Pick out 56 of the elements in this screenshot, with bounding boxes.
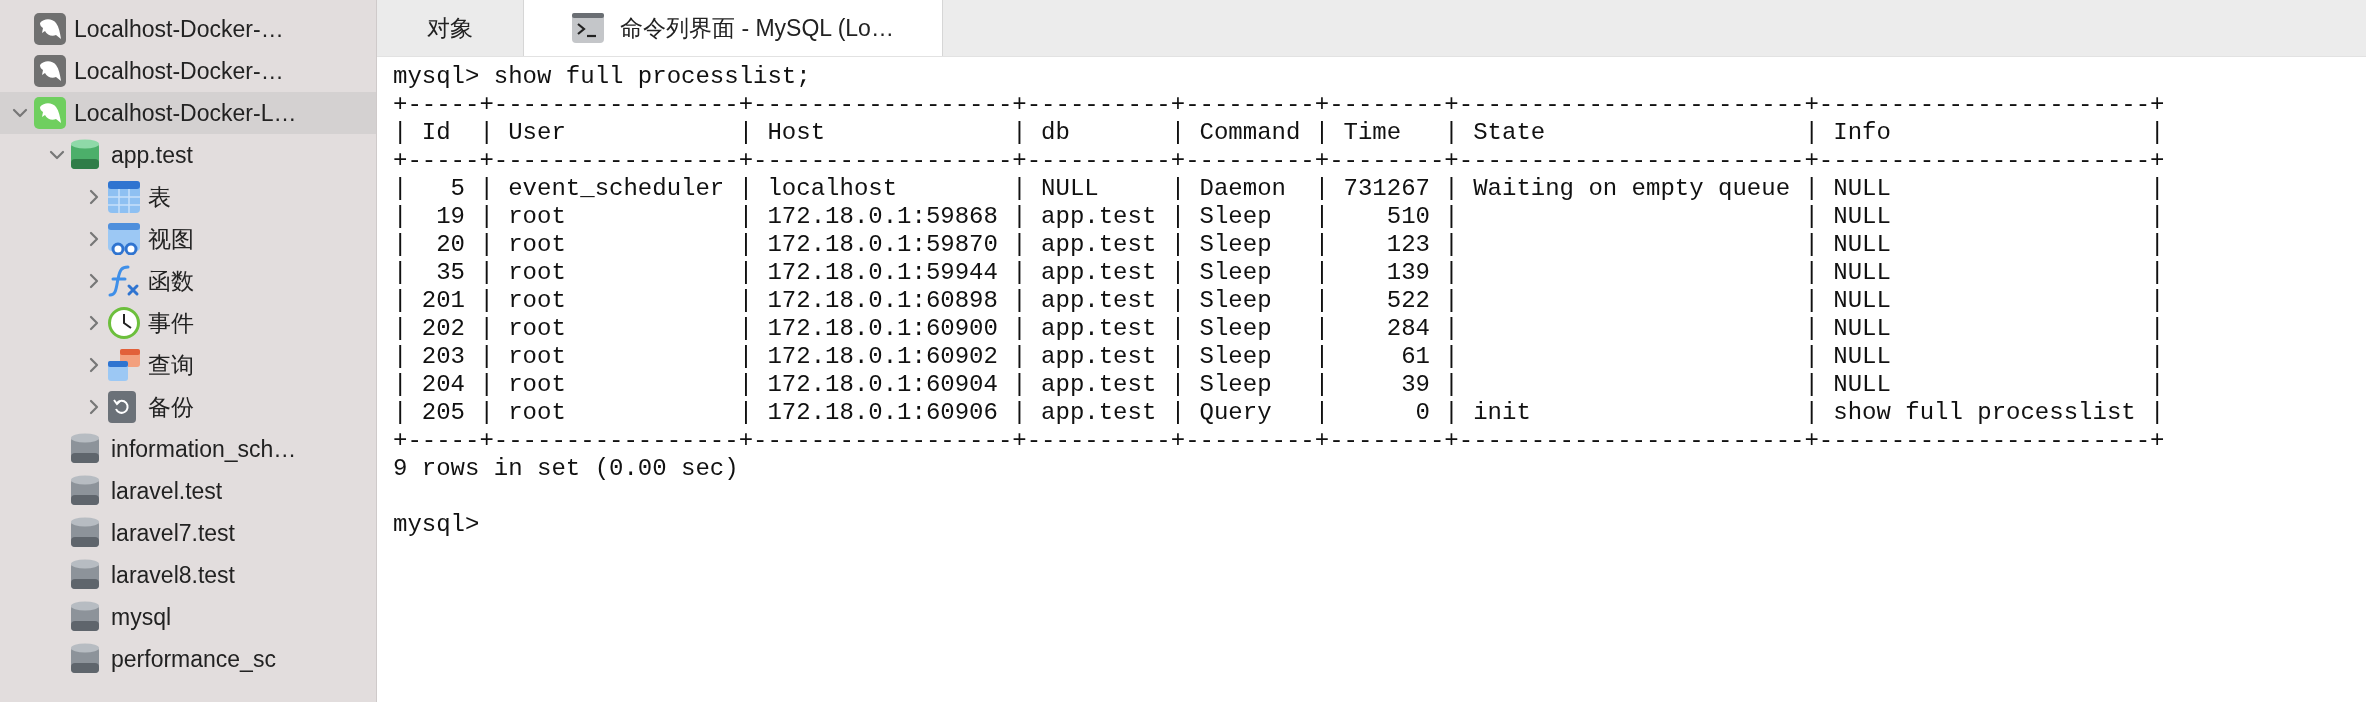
tree-item-label: Localhost-Docker-L… [74, 98, 297, 128]
terminal-line: | 19 | root | 172.18.0.1:59868 | app.test | Sleep | 510 | | NULL | [393, 203, 2165, 231]
table-icon [108, 181, 140, 213]
tree-item[interactable]: 函数 [0, 260, 376, 302]
tree-item[interactable]: Localhost-Docker-… [0, 8, 376, 50]
terminal-line: | 20 | root | 172.18.0.1:59870 | app.test | Sleep | 123 | | NULL | [393, 231, 2165, 259]
tree-item[interactable]: information_sch… [0, 428, 376, 470]
tree-item-label: mysql [111, 602, 172, 632]
tree-item-label: performance_sc [111, 644, 276, 674]
terminal-line: | 35 | root | 172.18.0.1:59944 | app.test | Sleep | 139 | | NULL | [393, 259, 2165, 287]
terminal-line: 9 rows in set (0.00 sec) [393, 455, 739, 483]
tree-item[interactable]: 查询 [0, 344, 376, 386]
terminal-line: | 205 | root | 172.18.0.1:60906 | app.test | Query | 0 | init | show full processlist | [393, 399, 2165, 427]
tree-item-label: laravel8.test [111, 560, 235, 590]
tree-item-label: 查询 [148, 350, 194, 380]
clock-icon [108, 307, 140, 339]
tree-item-label: 表 [148, 182, 171, 212]
tree-item[interactable]: laravel7.test [0, 512, 376, 554]
tree-item[interactable]: 事件 [0, 302, 376, 344]
function-icon [108, 265, 140, 297]
tree-item[interactable]: mysql [0, 596, 376, 638]
tree-item[interactable]: Localhost-Docker-… [0, 50, 376, 92]
tree-item[interactable]: Localhost-Docker-L… [0, 92, 376, 134]
terminal-line: mysql> show full processlist; [393, 63, 811, 91]
tree-item-label: Localhost-Docker-… [74, 14, 284, 44]
terminal-line: | Id | User | Host | db | Command | Time | State | Info | [393, 119, 2165, 147]
tree-item-label: 事件 [148, 308, 194, 338]
tree-item-label: information_sch… [111, 434, 297, 464]
tree-item-label: laravel.test [111, 476, 223, 506]
tree-item[interactable]: 表 [0, 176, 376, 218]
terminal-line: | 201 | root | 172.18.0.1:60898 | app.test | Sleep | 522 | | NULL | [393, 287, 2165, 315]
terminal-line: | 5 | event_scheduler | localhost | NULL | Daemon | 731267 | Waiting on empty queue | NULL | [393, 175, 2165, 203]
tree-item-label: laravel7.test [111, 518, 235, 548]
tree-item-label: 函数 [148, 266, 194, 296]
tree-item[interactable]: app.test [0, 134, 376, 176]
table-with-glasses-icon [108, 223, 140, 255]
terminal-line: mysql> [393, 511, 480, 539]
tree-item[interactable]: laravel8.test [0, 554, 376, 596]
tree-item[interactable]: 备份 [0, 386, 376, 428]
tree-item[interactable]: laravel.test [0, 470, 376, 512]
tree-item-label: 视图 [148, 224, 194, 254]
tree-item-label: Localhost-Docker-… [74, 56, 284, 86]
tree-item[interactable]: performance_sc [0, 638, 376, 680]
terminal-line: +-----+-----------------+------------------+----------+---------+--------+------------------------+-----------------------+ [393, 91, 2165, 119]
terminal-icon [572, 13, 604, 43]
tab[interactable]: 命令列界面 - MySQL (Lo… [524, 0, 943, 56]
tree-item[interactable]: 视图 [0, 218, 376, 260]
tree-item-label: app.test [111, 140, 193, 170]
terminal-line: | 203 | root | 172.18.0.1:60902 | app.test | Sleep | 61 | | NULL | [393, 343, 2165, 371]
terminal-line: +-----+-----------------+------------------+----------+---------+--------+------------------------+-----------------------+ [393, 147, 2165, 175]
restore-icon [108, 391, 136, 423]
terminal-line: | 204 | root | 172.18.0.1:60904 | app.test | Sleep | 39 | | NULL | [393, 371, 2165, 399]
tree-item-label: 备份 [148, 392, 194, 422]
terminal-line: +-----+-----------------+------------------+----------+---------+--------+------------------------+-----------------------+ [393, 427, 2165, 455]
terminal-line: | 202 | root | 172.18.0.1:60900 | app.test | Sleep | 284 | | NULL | [393, 315, 2165, 343]
stacked-tables-icon [108, 349, 140, 381]
